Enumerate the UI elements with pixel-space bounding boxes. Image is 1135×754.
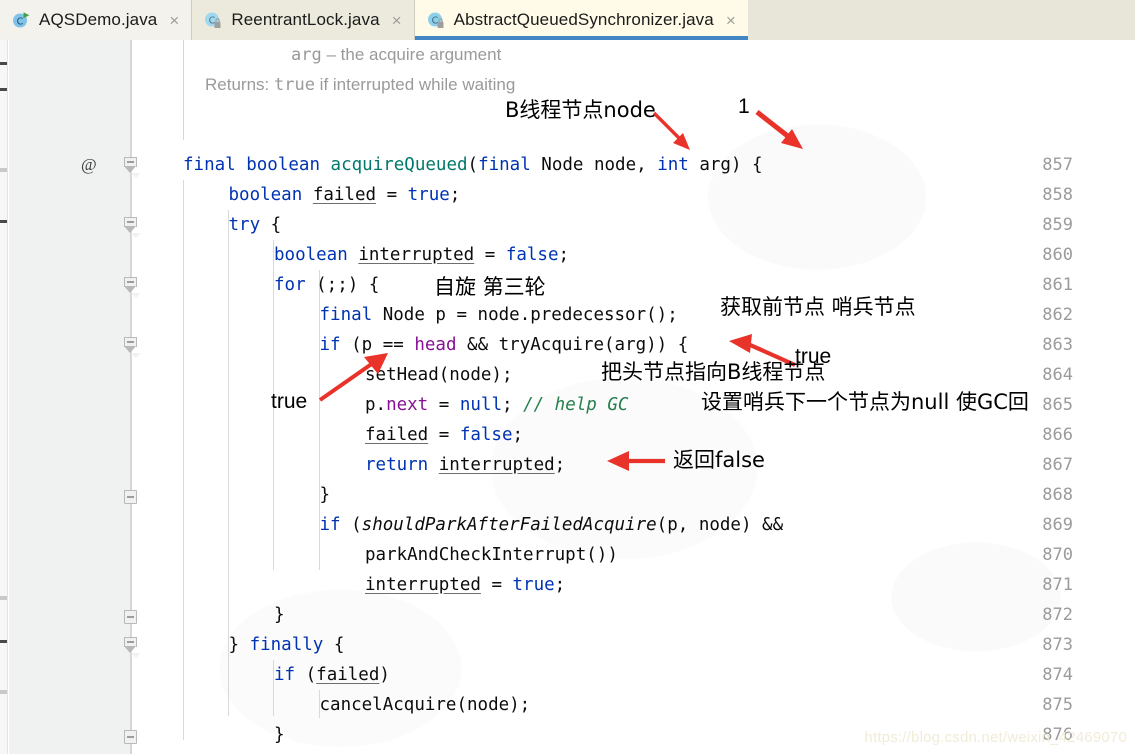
tab-reentrantlock[interactable]: C ReentrantLock.java × — [192, 0, 414, 40]
code-line[interactable]: final boolean acquireQueued(final Node n… — [183, 150, 763, 180]
close-icon[interactable]: × — [724, 12, 738, 29]
code-text[interactable]: final boolean acquireQueued(final Node n… — [0, 40, 1135, 754]
code-line[interactable]: final Node p = node.predecessor(); — [320, 300, 678, 330]
editor-tab-bar: C AQSDemo.java × C ReentrantLock.java × … — [0, 0, 1135, 40]
tab-label: ReentrantLock.java — [231, 10, 380, 29]
code-line[interactable]: } finally { — [229, 630, 345, 660]
java-class-locked-icon: C — [204, 11, 222, 29]
code-line[interactable]: boolean failed = true; — [229, 180, 461, 210]
code-editor[interactable]: 857 858 859 860 861 862 863 864 865 866 867 868 869 8… — [0, 40, 1135, 754]
code-line[interactable]: cancelAcquire(node); — [320, 690, 531, 720]
close-icon[interactable]: × — [167, 12, 181, 29]
code-line[interactable]: interrupted = true; — [365, 570, 565, 600]
code-line[interactable]: setHead(node); — [365, 360, 513, 390]
java-class-run-icon: C — [12, 11, 30, 29]
code-line[interactable]: return interrupted; — [365, 450, 565, 480]
tab-label: AQSDemo.java — [39, 10, 158, 29]
site-watermark: https://blog.csdn.net/weixin_42469070 — [864, 729, 1127, 746]
code-line[interactable]: parkAndCheckInterrupt()) — [365, 540, 618, 570]
close-icon[interactable]: × — [390, 12, 404, 29]
code-line[interactable]: if (failed) — [274, 660, 390, 690]
code-line[interactable]: } — [320, 480, 331, 510]
code-line[interactable]: p.next = null; // help GC — [365, 390, 628, 420]
code-line[interactable]: boolean interrupted = false; — [274, 240, 569, 270]
tab-abstractqueuedsynchronizer[interactable]: C AbstractQueuedSynchronizer.java × — [414, 0, 748, 40]
tab-aqsdemo[interactable]: C AQSDemo.java × — [0, 0, 192, 40]
java-class-locked-icon: C — [427, 11, 445, 29]
code-line[interactable]: } — [183, 750, 194, 754]
code-line[interactable]: } — [274, 720, 285, 750]
tab-label: AbstractQueuedSynchronizer.java — [453, 10, 714, 29]
code-line[interactable]: if (shouldParkAfterFailedAcquire(p, node… — [320, 510, 784, 540]
code-line[interactable]: if (p == head && tryAcquire(arg)) { — [320, 330, 689, 360]
code-line[interactable]: } — [274, 600, 285, 630]
code-line[interactable]: failed = false; — [365, 420, 523, 450]
svg-text:C: C — [17, 16, 24, 27]
code-line[interactable]: for (;;) { — [274, 270, 379, 300]
code-line[interactable]: try { — [229, 210, 282, 240]
